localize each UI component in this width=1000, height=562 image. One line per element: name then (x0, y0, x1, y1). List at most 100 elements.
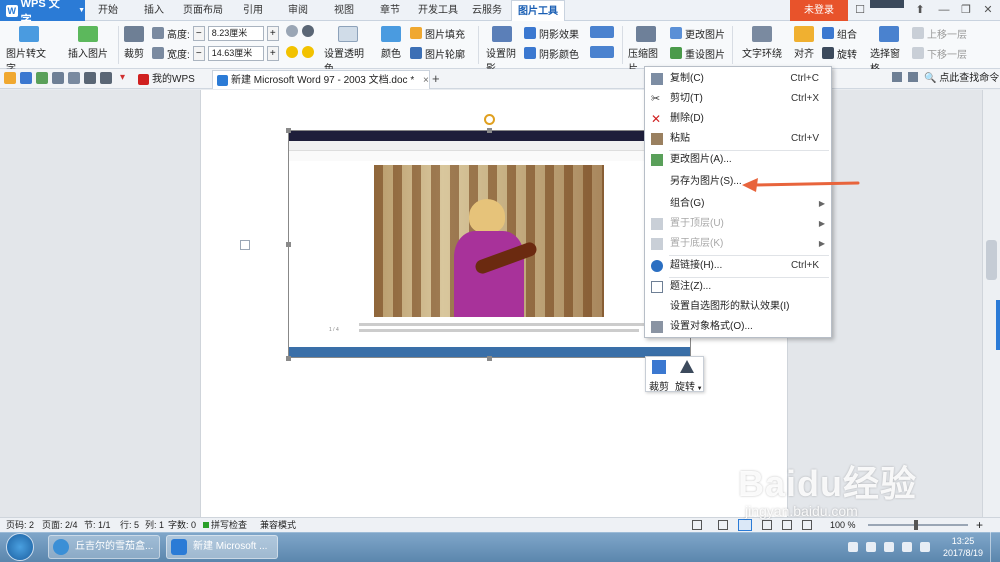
skin-icon[interactable]: ☐ (852, 2, 868, 18)
float-rotate-button[interactable]: 旋转 ▼ (675, 378, 703, 393)
width-decrease-button[interactable]: − (192, 45, 205, 61)
picture-to-text-button[interactable]: 图片转文字 (6, 26, 52, 75)
close-icon[interactable]: ✕ (980, 2, 996, 18)
rotate-handle-icon[interactable] (484, 114, 495, 125)
undo-icon[interactable] (84, 72, 96, 84)
print-layout-icon[interactable] (738, 519, 752, 531)
flag-icon[interactable] (920, 542, 930, 552)
tab-cloud[interactable]: 云服务 (467, 0, 507, 21)
selected-picture[interactable]: 1 / 4 (288, 130, 691, 358)
new-tab-button[interactable]: + (432, 71, 440, 86)
reading-mode-icon[interactable] (802, 520, 812, 530)
selection-pane-button[interactable]: 选择窗格 (870, 26, 908, 75)
network-icon[interactable] (884, 542, 894, 552)
shadow-nudge-up-icon[interactable] (590, 26, 614, 38)
change-picture-button[interactable]: 更改图片 (670, 25, 725, 41)
resize-handle[interactable] (286, 128, 291, 133)
height-decrease-button[interactable]: − (192, 25, 205, 41)
settings-icon[interactable] (908, 72, 918, 82)
combine-button[interactable]: 组合 (822, 25, 857, 41)
show-desktop-button[interactable] (990, 532, 1000, 562)
restore-window-icon[interactable]: ⬆ (912, 2, 928, 18)
chevron-icon[interactable]: ▾ (120, 72, 125, 83)
scrollbar-thumb[interactable] (986, 240, 997, 280)
menu-item-bring-to-front[interactable]: 置于顶层(U) ▶ (645, 214, 831, 234)
login-button[interactable]: 未登录 (790, 0, 848, 21)
print-preview-icon[interactable] (68, 72, 80, 84)
page-view-icon[interactable] (718, 520, 728, 530)
spell-check-button[interactable]: 拼写检查 (211, 518, 247, 532)
web-layout-icon[interactable] (762, 520, 772, 530)
height-input[interactable]: 8.23厘米 (207, 25, 264, 41)
zoom-slider-thumb[interactable] (914, 520, 918, 530)
tab-developer[interactable]: 开发工具 (414, 0, 462, 21)
outline-view-icon[interactable] (782, 520, 792, 530)
menu-item-default-effect[interactable]: 设置自选图形的默认效果(I) (645, 297, 831, 317)
set-shadow-button[interactable]: 设置阴影 (486, 26, 518, 75)
menu-item-delete[interactable]: ✕ 删除(D) (645, 109, 831, 129)
menu-item-hyperlink[interactable]: 超链接(H)... Ctrl+K (645, 256, 831, 276)
brightness-icon[interactable] (286, 46, 298, 58)
tab-insert[interactable]: 插入 (134, 0, 174, 21)
tab-picture-tools[interactable]: 图片工具 (511, 0, 565, 21)
set-transparent-color-button[interactable]: 设置透明色 (324, 26, 372, 75)
brightness-decrease-icon[interactable] (302, 46, 314, 58)
menu-item-send-to-back[interactable]: 置于底层(K) ▶ (645, 234, 831, 254)
tab-view[interactable]: 视图 (326, 0, 362, 21)
bring-forward-button[interactable]: 上移一层 (912, 25, 967, 41)
text-wrap-button[interactable]: 文字环绕 (738, 26, 786, 60)
menu-item-caption[interactable]: 题注(Z)... (645, 277, 831, 297)
tray-icon[interactable] (848, 542, 858, 552)
tab-page-layout[interactable]: 页面布局 (180, 0, 226, 21)
height-increase-button[interactable]: + (266, 25, 279, 41)
align-button[interactable]: 对齐 (790, 26, 818, 60)
contrast-decrease-icon[interactable] (302, 25, 314, 37)
menu-item-change-picture[interactable]: 更改图片(A)... (645, 150, 831, 170)
picture-fill-button[interactable]: 图片填充 (410, 25, 465, 41)
zoom-in-icon[interactable]: + (976, 518, 983, 532)
tab-chapter[interactable]: 章节 (372, 0, 408, 21)
save-icon[interactable] (20, 72, 32, 84)
resize-handle[interactable] (286, 242, 291, 247)
insert-picture-button[interactable]: 插入图片 (64, 26, 112, 60)
doc-tab-current[interactable]: 新建 Microsoft Word 97 - 2003 文档.doc * × (212, 70, 430, 89)
menu-item-cut[interactable]: ✂ 剪切(T) Ctrl+X (645, 89, 831, 109)
tray-icon[interactable] (866, 542, 876, 552)
shadow-effect-button[interactable]: 阴影效果 (524, 25, 579, 41)
color-button[interactable]: 颜色 (376, 26, 406, 60)
tab-references[interactable]: 引用 (235, 0, 271, 21)
rotate-button[interactable]: 旋转 (822, 45, 857, 61)
shadow-nudge-down-icon[interactable] (590, 46, 614, 58)
reset-picture-button[interactable]: 重设图片 (670, 45, 725, 61)
doc-tab-my-wps[interactable]: 我的WPS × (134, 70, 208, 104)
menu-item-group[interactable]: 组合(G) ▶ (645, 194, 831, 214)
shadow-color-button[interactable]: 阴影颜色 (524, 45, 579, 61)
width-increase-button[interactable]: + (266, 45, 279, 61)
command-search[interactable]: 🔍 点此查找命令 (924, 71, 999, 87)
redo-icon[interactable] (100, 72, 112, 84)
crop-icon[interactable] (652, 360, 666, 374)
zoom-slider[interactable] (868, 524, 968, 526)
taskbar-item-wps[interactable]: 新建 Microsoft ... (166, 535, 278, 559)
zoom-level[interactable]: 100 % (830, 518, 856, 532)
resize-handle[interactable] (286, 356, 291, 361)
maximize-icon[interactable]: ❐ (958, 2, 974, 18)
crop-button[interactable]: 裁剪 (122, 26, 146, 60)
tab-review[interactable]: 审阅 (280, 0, 316, 21)
print-icon[interactable] (52, 72, 64, 84)
resize-handle[interactable] (487, 356, 492, 361)
side-panel-handle[interactable] (996, 300, 1000, 350)
float-crop-button[interactable]: 裁剪 (649, 378, 669, 393)
close-tab-icon[interactable]: × (423, 75, 429, 86)
export-pdf-icon[interactable] (36, 72, 48, 84)
picture-outline-button[interactable]: 图片轮廓 (410, 45, 465, 61)
tab-home[interactable]: 开始 (88, 0, 128, 21)
menu-item-paste[interactable]: 粘贴 Ctrl+V (645, 129, 831, 149)
start-button[interactable] (6, 533, 34, 561)
paragraph-layout-icon[interactable] (240, 240, 250, 250)
contrast-icon[interactable] (286, 25, 298, 37)
width-input[interactable]: 14.63厘米 (207, 45, 264, 61)
flip-icon[interactable] (680, 360, 694, 373)
doc-list-icon[interactable] (892, 72, 902, 82)
open-icon[interactable] (4, 72, 16, 84)
